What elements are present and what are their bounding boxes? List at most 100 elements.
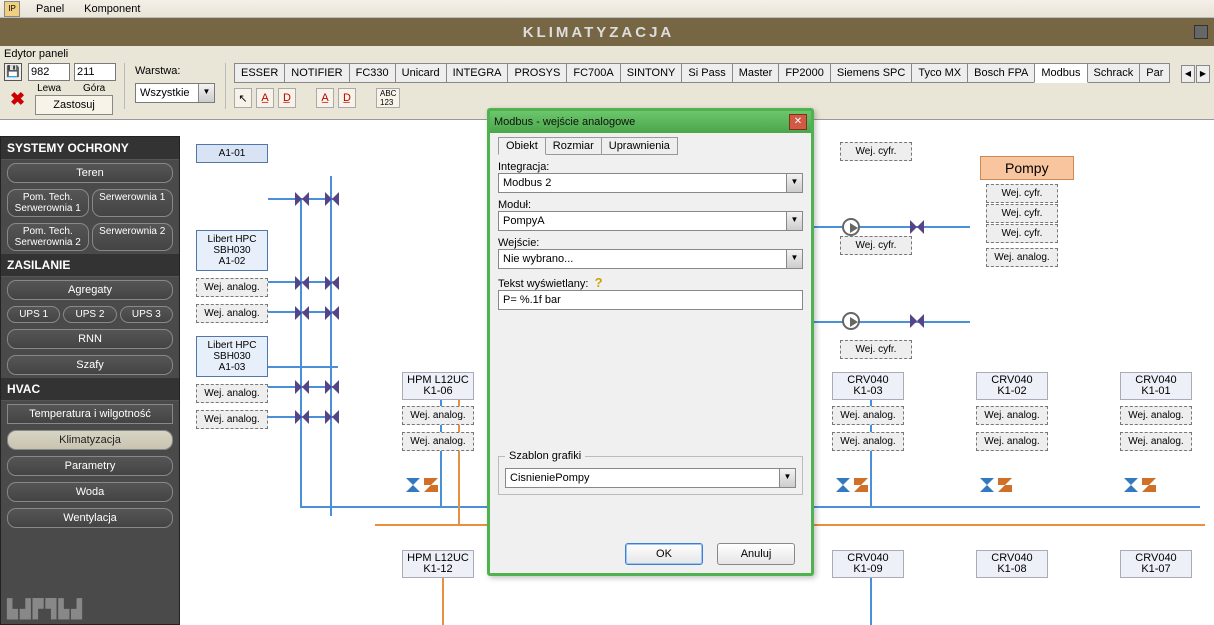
btn-klimat[interactable]: Klimatyzacja: [7, 430, 173, 450]
valve-icon[interactable]: [295, 306, 309, 320]
valve-icon[interactable]: [1124, 478, 1138, 492]
device-hpc2[interactable]: Libert HPC SBH030 A1-02: [196, 230, 268, 271]
btn-agregaty[interactable]: Agregaty: [7, 280, 173, 300]
valve-icon[interactable]: [325, 276, 339, 290]
menu-panel[interactable]: Panel: [26, 1, 74, 17]
valve-icon[interactable]: [325, 410, 339, 424]
btn-pomtech2[interactable]: Pom. Tech. Serwerownia 2: [7, 223, 89, 251]
valve-icon[interactable]: [295, 192, 309, 206]
device-hpc3[interactable]: Libert HPC SBH030 A1-03: [196, 336, 268, 377]
align-d2-icon[interactable]: D̲: [338, 88, 356, 108]
apply-button[interactable]: Zastosuj: [35, 95, 113, 115]
wej-cyfr[interactable]: Wej. cyfr.: [840, 236, 912, 255]
btn-serw1[interactable]: Serwerownia 1: [92, 189, 174, 217]
close-icon[interactable]: ✕: [789, 114, 807, 130]
btn-ups3[interactable]: UPS 3: [120, 306, 173, 323]
wej-analog[interactable]: Wej. analog.: [196, 304, 268, 323]
tab-scroll-left[interactable]: ◀: [1181, 65, 1195, 83]
wej-cyfr[interactable]: Wej. cyfr.: [840, 142, 912, 161]
proto-tab-sintony[interactable]: SINTONY: [620, 63, 683, 83]
cancel-button[interactable]: Anuluj: [717, 543, 795, 565]
tab-scroll-right[interactable]: ▶: [1196, 65, 1210, 83]
help-icon[interactable]: ?: [595, 275, 603, 290]
valve-icon[interactable]: [854, 478, 868, 492]
save-icon[interactable]: 💾: [4, 63, 22, 81]
proto-tab-boschfpa[interactable]: Bosch FPA: [967, 63, 1035, 83]
device-k106[interactable]: HPM L12UCK1-06: [402, 372, 474, 400]
wej-analog[interactable]: Wej. analog.: [1120, 406, 1192, 425]
wej-analog[interactable]: Wej. analog.: [196, 384, 268, 403]
valve-icon[interactable]: [424, 478, 438, 492]
layer-dropdown[interactable]: Wszystkie▼: [135, 83, 215, 103]
btn-ups2[interactable]: UPS 2: [63, 306, 116, 323]
coord-x-input[interactable]: [28, 63, 70, 81]
ok-button[interactable]: OK: [625, 543, 703, 565]
proto-tab-unicard[interactable]: Unicard: [395, 63, 447, 83]
delete-icon[interactable]: ✖: [10, 89, 25, 110]
pump-icon[interactable]: [842, 218, 860, 236]
valve-icon[interactable]: [980, 478, 994, 492]
btn-rnn[interactable]: RNN: [7, 329, 173, 349]
valve-icon[interactable]: [295, 380, 309, 394]
menu-komponent[interactable]: Komponent: [74, 1, 150, 17]
proto-tab-schrack[interactable]: Schrack: [1087, 63, 1141, 83]
wej-analog[interactable]: Wej. analog.: [1120, 432, 1192, 451]
wej-cyfr[interactable]: Wej. cyfr.: [986, 224, 1058, 243]
device-k108[interactable]: CRV040K1-08: [976, 550, 1048, 578]
valve-icon[interactable]: [325, 192, 339, 206]
btn-went[interactable]: Wentylacja: [7, 508, 173, 528]
proto-tab-tycomx[interactable]: Tyco MX: [911, 63, 968, 83]
wej-analog[interactable]: Wej. analog.: [402, 406, 474, 425]
device-a101[interactable]: A1-01: [196, 144, 268, 163]
proto-tab-integra[interactable]: INTEGRA: [446, 63, 509, 83]
text-tool-icon[interactable]: ABC123: [376, 88, 400, 108]
pompy-label[interactable]: Pompy: [980, 156, 1074, 180]
btn-param[interactable]: Parametry: [7, 456, 173, 476]
wej-analog[interactable]: Wej. analog.: [976, 432, 1048, 451]
valve-icon[interactable]: [325, 306, 339, 320]
proto-tab-sipass[interactable]: Si Pass: [681, 63, 732, 83]
valve-icon[interactable]: [910, 314, 924, 328]
proto-tab-esser[interactable]: ESSER: [234, 63, 285, 83]
pump-icon[interactable]: [842, 312, 860, 330]
align-d1-icon[interactable]: D̲: [278, 88, 296, 108]
tab-obiekt[interactable]: Obiekt: [498, 137, 546, 155]
titlebar-box-icon[interactable]: [1194, 25, 1208, 39]
device-k109[interactable]: CRV040K1-09: [832, 550, 904, 578]
wej-analog[interactable]: Wej. analog.: [196, 278, 268, 297]
proto-tab-fc330[interactable]: FC330: [349, 63, 396, 83]
wej-cyfr[interactable]: Wej. cyfr.: [840, 340, 912, 359]
btn-woda[interactable]: Woda: [7, 482, 173, 502]
valve-icon[interactable]: [295, 276, 309, 290]
proto-tab-notifier[interactable]: NOTIFIER: [284, 63, 349, 83]
valve-icon[interactable]: [1142, 478, 1156, 492]
combo-modul[interactable]: PompyA▼: [498, 211, 803, 231]
align-a1-icon[interactable]: A̲: [256, 88, 274, 108]
wej-cyfr[interactable]: Wej. cyfr.: [986, 204, 1058, 223]
combo-wejscie[interactable]: Nie wybrano...▼: [498, 249, 803, 269]
proto-tab-modbus[interactable]: Modbus: [1034, 63, 1087, 83]
wej-analog[interactable]: Wej. analog.: [402, 432, 474, 451]
coord-y-input[interactable]: [74, 63, 116, 81]
device-k103[interactable]: CRV040K1-03: [832, 372, 904, 400]
wej-analog[interactable]: Wej. analog.: [986, 248, 1058, 267]
proto-tab-master[interactable]: Master: [732, 63, 780, 83]
proto-tab-par[interactable]: Par: [1139, 63, 1170, 83]
wej-analog[interactable]: Wej. analog.: [832, 432, 904, 451]
valve-icon[interactable]: [325, 380, 339, 394]
wej-analog[interactable]: Wej. analog.: [196, 410, 268, 429]
proto-tab-siemensspc[interactable]: Siemens SPC: [830, 63, 912, 83]
proto-tab-prosys[interactable]: PROSYS: [507, 63, 567, 83]
device-k112[interactable]: HPM L12UCK1-12: [402, 550, 474, 578]
valve-icon[interactable]: [295, 410, 309, 424]
device-k102[interactable]: CRV040K1-02: [976, 372, 1048, 400]
device-k101[interactable]: CRV040K1-01: [1120, 372, 1192, 400]
align-a2-icon[interactable]: A̲: [316, 88, 334, 108]
proto-tab-fc700a[interactable]: FC700A: [566, 63, 620, 83]
combo-integracja[interactable]: Modbus 2▼: [498, 173, 803, 193]
pointer-icon[interactable]: ↖: [234, 88, 252, 108]
wej-cyfr[interactable]: Wej. cyfr.: [986, 184, 1058, 203]
valve-icon[interactable]: [836, 478, 850, 492]
tab-rozmiar[interactable]: Rozmiar: [545, 137, 602, 155]
btn-szafy[interactable]: Szafy: [7, 355, 173, 375]
